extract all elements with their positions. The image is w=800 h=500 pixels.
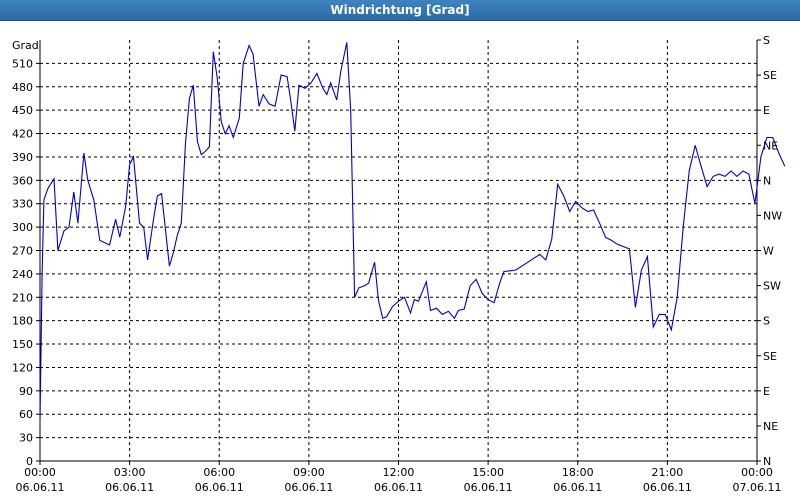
y-tick-label: 360 — [12, 174, 33, 187]
right-tick-label: SW — [763, 280, 781, 293]
x-tick-date: 06.06.11 — [16, 481, 65, 494]
y-tick-label: 510 — [12, 57, 33, 70]
y-axis-label: Grad — [12, 39, 39, 52]
right-tick-label: E — [763, 104, 770, 117]
y-tick-label: 270 — [12, 245, 33, 258]
right-tick-label: W — [763, 245, 774, 258]
y-axis-ticks: 0306090120150180210240270300330360390420… — [12, 57, 33, 468]
y-tick-label: 60 — [19, 408, 33, 421]
x-tick-time: 21:00 — [652, 466, 684, 479]
right-tick-label: S — [763, 34, 770, 47]
y-tick-label: 480 — [12, 81, 33, 94]
x-tick-time: 00:00 — [741, 466, 773, 479]
y-tick-label: 300 — [12, 221, 33, 234]
chart-grid — [40, 40, 757, 461]
x-axis-ticks: 00:00 06.06.11 03:00 06.06.11 06:00 06.06.11 0… — [16, 466, 782, 494]
y-tick-label: 240 — [12, 268, 33, 281]
right-tick-label: SE — [763, 350, 777, 363]
y-tick-label: 120 — [12, 361, 33, 374]
y-tick-label: 330 — [12, 198, 33, 211]
right-tick-label: N — [763, 174, 771, 187]
wind-direction-line — [39, 42, 786, 423]
x-tick-date: 07.06.11 — [733, 481, 782, 494]
x-tick-date: 06.06.11 — [464, 481, 513, 494]
x-tick-time: 15:00 — [472, 466, 504, 479]
right-tick-label: SE — [763, 69, 777, 82]
right-tick-label: NE — [763, 420, 778, 433]
right-tick-label: S — [763, 315, 770, 328]
y-tick-label: 450 — [12, 104, 33, 117]
x-tick-date: 06.06.11 — [195, 481, 244, 494]
x-tick-time: 18:00 — [562, 466, 594, 479]
x-tick-time: 09:00 — [293, 466, 325, 479]
series-group — [39, 42, 786, 423]
window-title: Windrichtung [Grad] — [0, 0, 800, 21]
right-tick-label: NW — [763, 209, 782, 222]
y-tick-label: 30 — [19, 432, 33, 445]
y-tick-label: 180 — [12, 315, 33, 328]
y-tick-label: 90 — [19, 385, 33, 398]
x-tick-time: 06:00 — [203, 466, 235, 479]
x-tick-time: 03:00 — [114, 466, 146, 479]
y-tick-label: 420 — [12, 128, 33, 141]
x-tick-date: 06.06.11 — [105, 481, 154, 494]
wind-direction-chart: Grad 03060901201501802102402703003303603… — [12, 34, 786, 494]
y-tick-label: 210 — [12, 291, 33, 304]
x-tick-date: 06.06.11 — [284, 481, 333, 494]
chart-window: Windrichtung [Grad] Grad 0 30 60 90 120 150 18… — [0, 0, 800, 500]
x-tick-date: 06.06.11 — [374, 481, 423, 494]
y-tick-label: 390 — [12, 151, 33, 164]
right-axis-ticks: NNEESESSWWNWNNEESES — [763, 34, 782, 468]
x-tick-time: 00:00 — [24, 466, 56, 479]
x-tick-time: 12:00 — [383, 466, 415, 479]
x-tick-date: 06.06.11 — [643, 481, 692, 494]
right-tick-label: E — [763, 385, 770, 398]
y-tick-label: 150 — [12, 338, 33, 351]
x-tick-date: 06.06.11 — [553, 481, 602, 494]
